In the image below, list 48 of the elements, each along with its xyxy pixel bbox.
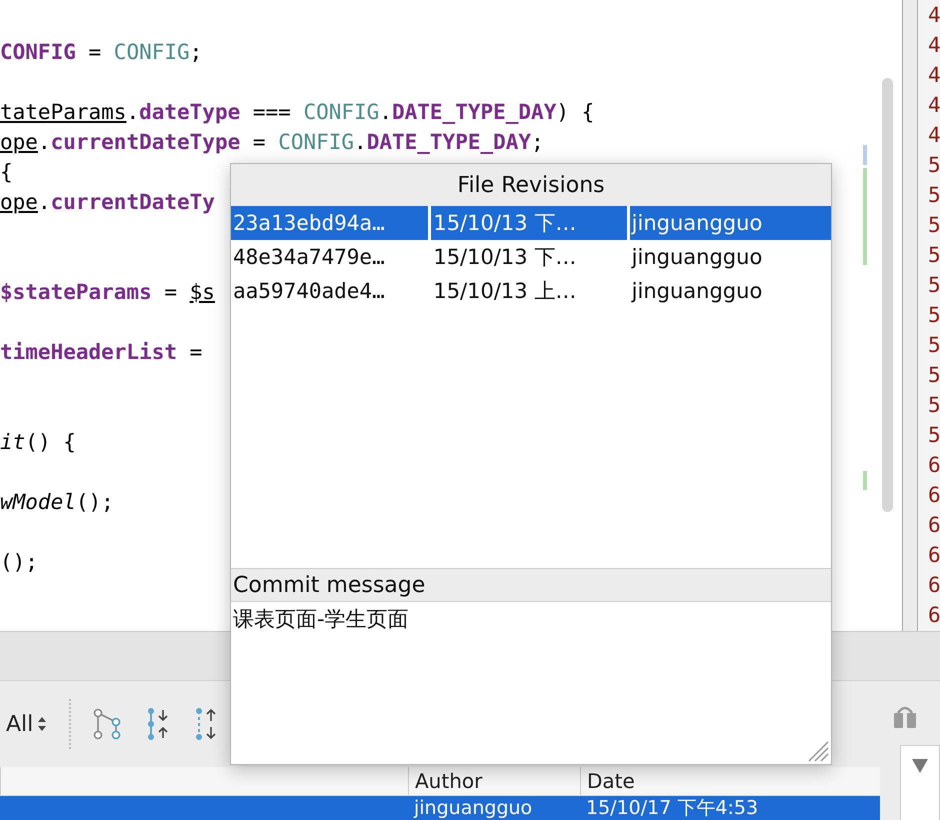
line-number: 5 <box>928 422 940 449</box>
sort-caret-icon <box>37 715 48 733</box>
revision-row[interactable]: 23a13ebd94a… 15/10/13 下… jinguangguo <box>231 206 831 240</box>
line-number: 4 <box>928 92 940 119</box>
table-cell: jinguangguo <box>630 206 831 240</box>
line-number: 5 <box>928 332 940 359</box>
line-number: 5 <box>928 152 940 179</box>
table-cell-text: jinguangguo <box>630 278 764 305</box>
line-number: 5 <box>928 272 940 299</box>
revision-row[interactable]: aa59740ade4… 15/10/13 上… jinguangguo <box>231 274 831 308</box>
revision-row[interactable]: 48e34a7479e… 15/10/13 下… jinguangguo <box>231 240 831 274</box>
line-number: 6 <box>928 482 940 509</box>
column-header[interactable]: Date <box>580 767 855 795</box>
line-number: 5 <box>928 242 940 269</box>
table-cell-text: 48e34a7479e… <box>232 244 386 271</box>
table-cell-text: 15/10/13 上… <box>432 278 578 305</box>
popup-title: File Revisions <box>231 164 831 206</box>
table-cell-text: 15/10/13 下… <box>432 244 578 271</box>
line-number: 5 <box>928 392 940 419</box>
table-cell-text: aa59740ade4… <box>232 278 386 305</box>
commit-message: 课表页面-学生页面 <box>233 607 409 631</box>
section-header: Commit message <box>231 568 831 602</box>
line-number: 4 <box>928 62 940 89</box>
table-cell: 23a13ebd94a… <box>231 206 428 240</box>
change-marker <box>863 145 867 165</box>
commit-row[interactable]: jinguangguo 15/10/17 下午4:53 <box>0 796 880 820</box>
line-number: 4 <box>928 122 940 149</box>
scrollbar-thumb[interactable] <box>882 78 893 512</box>
table-cell: 15/10/13 下… <box>431 206 627 240</box>
line-number: 5 <box>928 302 940 329</box>
compare-icon[interactable] <box>892 705 918 729</box>
line-number: 6 <box>928 542 940 569</box>
line-number: 6 <box>928 602 940 629</box>
line-number: 6 <box>928 512 940 539</box>
table-cell-text: jinguangguo <box>630 244 764 271</box>
line-number: 5 <box>928 212 940 239</box>
change-marker <box>863 471 867 490</box>
column-header[interactable]: Author <box>408 767 580 795</box>
table-cell-text: jinguangguo <box>412 796 534 820</box>
line-number: 6 <box>928 452 940 479</box>
line-number: 4 <box>928 2 940 29</box>
table-cell-text: 15/10/17 下午4:53 <box>585 796 760 820</box>
line-number: 6 <box>928 572 940 599</box>
line-number: 5 <box>928 362 940 389</box>
filter-dropdown[interactable]: All <box>6 712 48 736</box>
line-number: 5 <box>928 182 940 209</box>
line-number: 4 <box>928 32 940 59</box>
triangle-icon[interactable] <box>911 758 929 774</box>
